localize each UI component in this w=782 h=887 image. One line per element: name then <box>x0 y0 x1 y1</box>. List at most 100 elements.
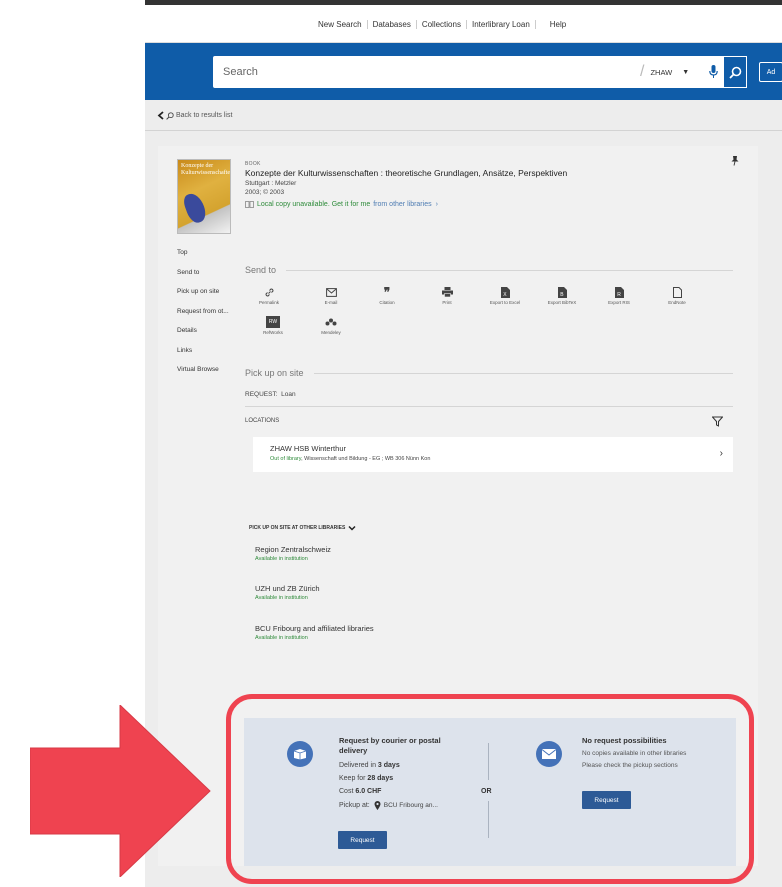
section-link-top[interactable]: Top <box>177 249 247 269</box>
location-status: Out of library <box>270 456 302 462</box>
chevron-down-icon: ▼ <box>682 68 690 76</box>
send-permalink[interactable]: Permalink <box>249 285 289 305</box>
send-label: Export BibTeX <box>547 300 577 305</box>
send-label: Permalink <box>258 300 279 305</box>
search-icon <box>728 66 741 79</box>
print-icon <box>441 287 453 297</box>
request-type: REQUEST: Loan <box>245 391 296 398</box>
scope-value: ZHAW <box>650 67 673 77</box>
library-status: Available in institution <box>255 595 308 601</box>
other-libraries-toggle[interactable]: PICK UP ON SITE AT OTHER LIBRARIES <box>249 525 356 531</box>
library-name: Region Zentralschweiz <box>255 545 331 554</box>
request-value: Loan <box>281 391 296 398</box>
endnote-icon <box>672 286 682 298</box>
library-status: Available in institution <box>255 556 308 562</box>
chevron-right-icon: › <box>435 201 438 208</box>
heading-rule <box>286 269 733 271</box>
send-label: Export RIS <box>608 300 630 305</box>
availability-status[interactable]: Local copy unavailable. Get it for me fr… <box>245 201 725 208</box>
nav-interlibrary-loan[interactable]: Interlibrary Loan <box>465 19 535 29</box>
svg-text:R: R <box>617 291 621 297</box>
send-label: Export to Excel <box>489 300 521 305</box>
email-icon <box>325 287 337 297</box>
chevron-down-icon <box>348 525 356 531</box>
chevron-left-icon <box>157 111 164 120</box>
section-navigation: Top Send to Pick up on site Request from… <box>177 249 247 386</box>
send-export-bibtex[interactable]: B Export BibTeX <box>542 285 582 305</box>
send-citation[interactable]: ❞ Citation <box>367 285 407 305</box>
search-bar: Search / ZHAW ▼ Ad <box>145 43 782 100</box>
microphone-icon[interactable] <box>701 56 725 88</box>
quote-icon: ❞ <box>383 285 391 299</box>
section-link-links[interactable]: Links <box>177 347 247 367</box>
cover-title: Konzepte der Kulturwissenschaften <box>181 163 231 176</box>
send-email[interactable]: E-mail <box>311 285 351 305</box>
record-date: 2003; © 2003 <box>245 189 285 196</box>
pickup-heading: Pick up on site <box>245 368 733 378</box>
chevron-right-icon: › <box>719 448 723 459</box>
search-button[interactable] <box>723 56 747 88</box>
send-to-title: Send to <box>245 265 277 275</box>
nav-databases[interactable]: Databases <box>366 19 416 29</box>
cover-figure <box>181 190 209 226</box>
record-metadata: BOOK Konzepte der Kulturwissenschaften :… <box>245 161 725 208</box>
library-name: BCU Fribourg and affiliated libraries <box>255 624 374 633</box>
record-title[interactable]: Konzepte der Kulturwissenschaften : theo… <box>245 168 725 178</box>
send-mendeley[interactable]: Mendeley <box>311 315 351 335</box>
bibtex-icon: B <box>557 286 567 298</box>
location-shelf: , Wissenschaft und Bildung - EG ; WB 306… <box>301 456 431 462</box>
locations-label: LOCATIONS <box>245 418 280 424</box>
mendeley-icon <box>325 318 337 326</box>
location-item[interactable]: ZHAW HSB Winterthur Out of library, Wiss… <box>253 437 733 472</box>
red-arrow-annotation <box>30 705 211 877</box>
advanced-search-button[interactable]: Ad <box>759 62 782 82</box>
pin-icon[interactable] <box>731 156 739 168</box>
back-label: Back to results list <box>176 112 233 119</box>
back-to-results-link[interactable]: Back to results list <box>157 111 232 120</box>
search-icon <box>166 111 174 120</box>
send-export-excel[interactable]: X Export to Excel <box>485 285 525 305</box>
availability-link[interactable]: from other libraries <box>373 201 431 208</box>
send-endnote[interactable]: EndNote <box>657 285 697 305</box>
request-label: REQUEST: <box>245 391 278 398</box>
send-label: E-mail <box>324 300 338 305</box>
record-type: BOOK <box>245 161 261 167</box>
send-print[interactable]: Print <box>427 285 467 305</box>
send-label: Mendeley <box>321 330 341 335</box>
library-item[interactable]: Region Zentralschweiz Available in insti… <box>255 545 331 562</box>
send-label: EndNote <box>668 300 686 305</box>
send-export-ris[interactable]: R Export RIS <box>599 285 639 305</box>
send-label: RefWorks <box>263 330 283 335</box>
section-link-details[interactable]: Details <box>177 327 247 347</box>
link-icon <box>265 288 273 296</box>
divider <box>145 130 782 131</box>
library-item[interactable]: BCU Fribourg and affiliated libraries Av… <box>255 624 374 641</box>
send-label: Citation <box>379 300 395 305</box>
library-name: UZH und ZB Zürich <box>255 584 320 593</box>
section-link-pick-up[interactable]: Pick up on site <box>177 288 247 308</box>
scope-divider: / <box>640 63 645 80</box>
search-scope-select[interactable]: / ZHAW ▼ <box>640 56 689 88</box>
nav-new-search[interactable]: New Search <box>313 20 367 29</box>
ris-icon: R <box>614 286 624 298</box>
availability-text: Local copy unavailable. Get it for me <box>257 201 371 208</box>
section-link-virtual-browse[interactable]: Virtual Browse <box>177 366 247 386</box>
pickup-title: Pick up on site <box>245 368 304 378</box>
library-item[interactable]: UZH und ZB Zürich Available in instituti… <box>255 584 320 601</box>
excel-icon: X <box>500 286 510 298</box>
send-refworks[interactable]: RW RefWorks <box>253 315 293 335</box>
location-name: ZHAW HSB Winterthur <box>270 444 346 453</box>
book-icon <box>245 201 254 208</box>
filter-icon[interactable] <box>711 414 724 432</box>
section-link-send-to[interactable]: Send to <box>177 269 247 289</box>
section-link-request-other[interactable]: Request from ot... <box>177 308 247 328</box>
send-to-heading: Send to <box>245 265 733 275</box>
nav-collections[interactable]: Collections <box>415 19 466 29</box>
book-cover-image: Konzepte der Kulturwissenschaften <box>177 159 231 234</box>
library-status: Available in institution <box>255 635 308 641</box>
refworks-icon: RW <box>266 316 280 328</box>
nav-help[interactable]: Help <box>534 19 571 29</box>
heading-rule <box>313 372 733 374</box>
location-details: Out of library, Wissenschaft und Bildung… <box>270 456 430 462</box>
highlight-box <box>226 694 754 884</box>
